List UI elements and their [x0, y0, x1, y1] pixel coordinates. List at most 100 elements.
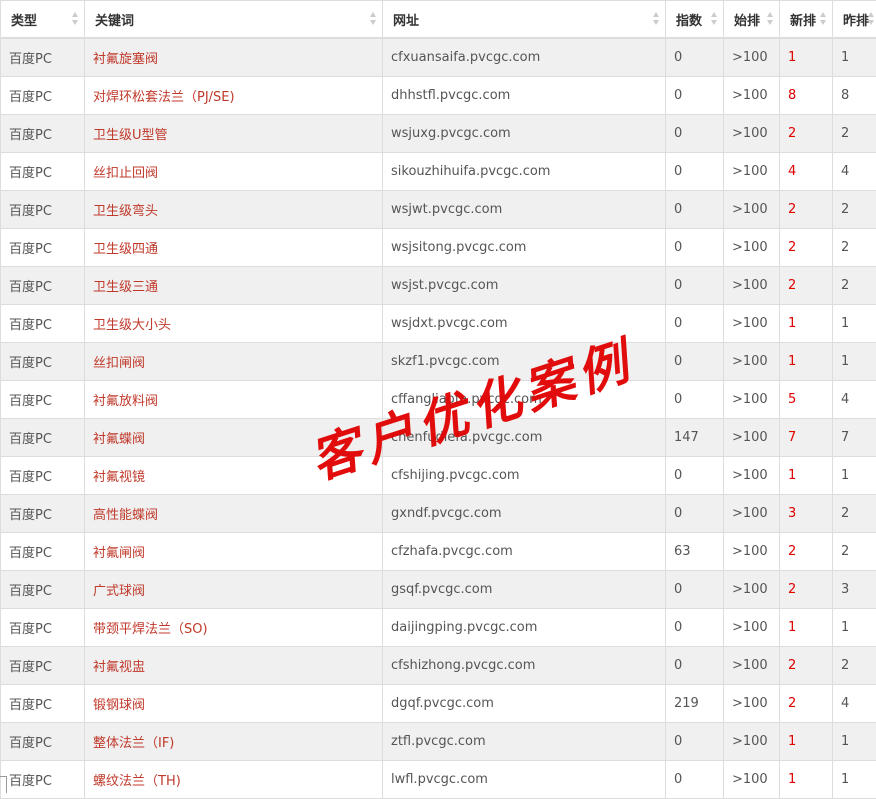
- cell-url: gsqf.pvcgc.com: [383, 571, 666, 609]
- cell-index: 0: [666, 609, 724, 647]
- cell-url: ztfl.pvcgc.com: [383, 723, 666, 761]
- cell-keyword[interactable]: 带颈平焊法兰（SO): [85, 609, 383, 647]
- table-row[interactable]: 百度PC衬氟视盅cfshizhong.pvcgc.com0>10022: [1, 647, 876, 685]
- cell-index: 0: [666, 38, 724, 77]
- cell-start-rank: >100: [724, 343, 780, 381]
- cell-keyword[interactable]: 整体法兰（IF): [85, 723, 383, 761]
- table-row[interactable]: 百度PC衬氟闸阀cfzhafa.pvcgc.com63>10022: [1, 533, 876, 571]
- cell-type: 百度PC: [1, 495, 85, 533]
- page-corner-divider: [0, 776, 7, 793]
- cell-keyword[interactable]: 螺纹法兰（TH): [85, 761, 383, 799]
- cell-url: wsjsitong.pvcgc.com: [383, 229, 666, 267]
- cell-keyword[interactable]: 对焊环松套法兰（PJ/SE): [85, 77, 383, 115]
- cell-new-rank: 1: [780, 457, 833, 495]
- cell-start-rank: >100: [724, 305, 780, 343]
- table-row[interactable]: 百度PC丝扣闸阀skzf1.pvcgc.com0>10011: [1, 343, 876, 381]
- cell-keyword[interactable]: 卫生级大小头: [85, 305, 383, 343]
- table-row[interactable]: 百度PC卫生级四通wsjsitong.pvcgc.com0>10022: [1, 229, 876, 267]
- cell-index: 0: [666, 191, 724, 229]
- column-header-index[interactable]: 指数: [666, 1, 724, 39]
- ranking-table-body: 百度PC衬氟旋塞阀cfxuansaifa.pvcgc.com0>10011百度P…: [1, 38, 876, 799]
- cell-keyword[interactable]: 衬氟旋塞阀: [85, 38, 383, 77]
- cell-keyword[interactable]: 卫生级U型管: [85, 115, 383, 153]
- cell-yesterday-rank: 4: [833, 685, 876, 723]
- cell-keyword[interactable]: 衬氟蝶阀: [85, 419, 383, 457]
- cell-start-rank: >100: [724, 191, 780, 229]
- header-row: 类型 关键词 网址 指数 始排 新排: [1, 1, 876, 39]
- sort-arrows-icon[interactable]: [72, 12, 79, 26]
- cell-keyword[interactable]: 卫生级四通: [85, 229, 383, 267]
- cell-url: cffangliaofa.pvcgc.com: [383, 381, 666, 419]
- cell-keyword[interactable]: 衬氟闸阀: [85, 533, 383, 571]
- cell-start-rank: >100: [724, 495, 780, 533]
- table-row[interactable]: 百度PC高性能蝶阀gxndf.pvcgc.com0>10032: [1, 495, 876, 533]
- cell-type: 百度PC: [1, 191, 85, 229]
- cell-url: gxndf.pvcgc.com: [383, 495, 666, 533]
- column-header-start-rank-label: 始排: [734, 14, 760, 29]
- table-row[interactable]: 百度PC衬氟放料阀cffangliaofa.pvcgc.com0>10054: [1, 381, 876, 419]
- table-row[interactable]: 百度PC锻钢球阀dgqf.pvcgc.com219>10024: [1, 685, 876, 723]
- column-header-new-rank[interactable]: 新排: [780, 1, 833, 39]
- table-row[interactable]: 百度PC螺纹法兰（TH)lwfl.pvcgc.com0>10011: [1, 761, 876, 799]
- cell-index: 0: [666, 343, 724, 381]
- cell-new-rank: 2: [780, 267, 833, 305]
- cell-keyword[interactable]: 衬氟放料阀: [85, 381, 383, 419]
- cell-new-rank: 2: [780, 647, 833, 685]
- cell-keyword[interactable]: 衬氟视镜: [85, 457, 383, 495]
- table-row[interactable]: 百度PC衬氟视镜cfshijing.pvcgc.com0>10011: [1, 457, 876, 495]
- cell-start-rank: >100: [724, 533, 780, 571]
- cell-url: wsjst.pvcgc.com: [383, 267, 666, 305]
- cell-yesterday-rank: 1: [833, 457, 876, 495]
- table-row[interactable]: 百度PC丝扣止回阀sikouzhihuifa.pvcgc.com0>10044: [1, 153, 876, 191]
- cell-new-rank: 8: [780, 77, 833, 115]
- cell-yesterday-rank: 4: [833, 153, 876, 191]
- cell-url: wsjwt.pvcgc.com: [383, 191, 666, 229]
- sort-arrows-icon[interactable]: [767, 12, 774, 26]
- cell-keyword[interactable]: 卫生级三通: [85, 267, 383, 305]
- table-row[interactable]: 百度PC卫生级三通wsjst.pvcgc.com0>10022: [1, 267, 876, 305]
- cell-url: chenfudiefa.pvcgc.com: [383, 419, 666, 457]
- cell-keyword[interactable]: 丝扣闸阀: [85, 343, 383, 381]
- cell-start-rank: >100: [724, 381, 780, 419]
- table-row[interactable]: 百度PC卫生级大小头wsjdxt.pvcgc.com0>10011: [1, 305, 876, 343]
- cell-keyword[interactable]: 广式球阀: [85, 571, 383, 609]
- cell-keyword[interactable]: 衬氟视盅: [85, 647, 383, 685]
- column-header-url[interactable]: 网址: [383, 1, 666, 39]
- column-header-keyword[interactable]: 关键词: [85, 1, 383, 39]
- cell-keyword[interactable]: 高性能蝶阀: [85, 495, 383, 533]
- cell-index: 0: [666, 457, 724, 495]
- cell-keyword[interactable]: 锻钢球阀: [85, 685, 383, 723]
- cell-yesterday-rank: 2: [833, 267, 876, 305]
- table-row[interactable]: 百度PC衬氟蝶阀chenfudiefa.pvcgc.com147>10077: [1, 419, 876, 457]
- cell-start-rank: >100: [724, 115, 780, 153]
- sort-arrows-icon[interactable]: [653, 12, 660, 26]
- cell-start-rank: >100: [724, 571, 780, 609]
- sort-arrows-icon[interactable]: [370, 12, 377, 26]
- column-header-yesterday-rank[interactable]: 昨排: [833, 1, 876, 39]
- table-row[interactable]: 百度PC对焊环松套法兰（PJ/SE)dhhstfl.pvcgc.com0>100…: [1, 77, 876, 115]
- sort-arrows-icon[interactable]: [711, 12, 718, 26]
- sort-arrows-icon[interactable]: [820, 12, 827, 26]
- table-row[interactable]: 百度PC卫生级弯头wsjwt.pvcgc.com0>10022: [1, 191, 876, 229]
- cell-yesterday-rank: 2: [833, 495, 876, 533]
- column-header-start-rank[interactable]: 始排: [724, 1, 780, 39]
- sort-arrows-icon[interactable]: [868, 12, 875, 26]
- cell-keyword[interactable]: 丝扣止回阀: [85, 153, 383, 191]
- column-header-type[interactable]: 类型: [1, 1, 85, 39]
- table-row[interactable]: 百度PC衬氟旋塞阀cfxuansaifa.pvcgc.com0>10011: [1, 38, 876, 77]
- table-row[interactable]: 百度PC带颈平焊法兰（SO)daijingping.pvcgc.com0>100…: [1, 609, 876, 647]
- table-row[interactable]: 百度PC卫生级U型管wsjuxg.pvcgc.com0>10022: [1, 115, 876, 153]
- cell-keyword[interactable]: 卫生级弯头: [85, 191, 383, 229]
- cell-start-rank: >100: [724, 419, 780, 457]
- cell-start-rank: >100: [724, 761, 780, 799]
- cell-start-rank: >100: [724, 229, 780, 267]
- cell-yesterday-rank: 2: [833, 115, 876, 153]
- cell-index: 0: [666, 381, 724, 419]
- cell-index: 219: [666, 685, 724, 723]
- table-row[interactable]: 百度PC整体法兰（IF)ztfl.pvcgc.com0>10011: [1, 723, 876, 761]
- column-header-new-rank-label: 新排: [790, 14, 816, 29]
- cell-index: 0: [666, 761, 724, 799]
- cell-type: 百度PC: [1, 343, 85, 381]
- cell-new-rank: 4: [780, 153, 833, 191]
- table-row[interactable]: 百度PC广式球阀gsqf.pvcgc.com0>10023: [1, 571, 876, 609]
